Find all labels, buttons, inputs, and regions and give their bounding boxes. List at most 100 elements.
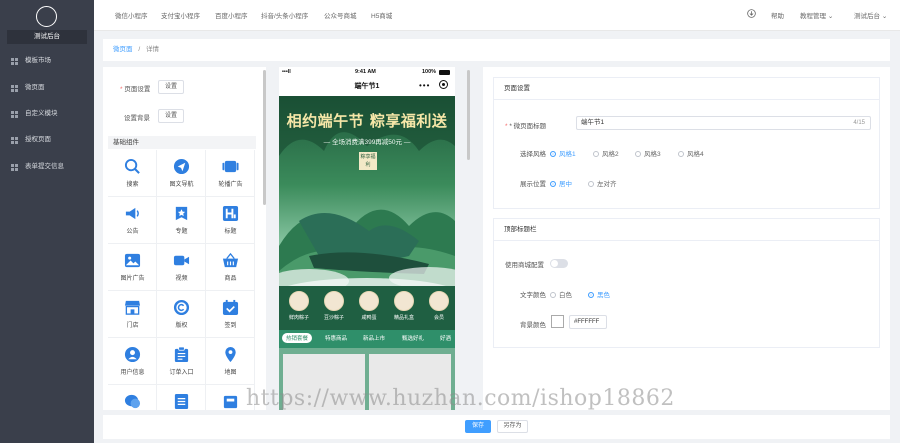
heading-icon [222, 205, 239, 222]
preview-scrollbar[interactable] [467, 70, 470, 160]
page-title-input[interactable]: 端午节1 4/15 [576, 116, 871, 130]
position-radio-center[interactable]: 居中 [550, 178, 572, 188]
grid-icon [11, 164, 18, 171]
watermark: https://www.huzhan.com/ishop18862 [246, 386, 675, 411]
component-item[interactable]: 订单入口 [157, 338, 206, 385]
food-icon [359, 291, 379, 311]
page-settings-button[interactable]: 设置 [158, 80, 184, 94]
topnav-course[interactable]: 教程管理 ⌄ [800, 10, 833, 20]
category-item[interactable]: 鲜肉粽子 [284, 291, 314, 321]
component-item[interactable]: 搜索 [108, 150, 157, 197]
capsule-close-icon[interactable] [439, 80, 448, 89]
component-label: 门店 [126, 323, 139, 329]
bg-color-swatch[interactable] [551, 315, 564, 328]
bg-color-input[interactable]: #FFFFFF [569, 315, 607, 329]
topnav-official-account[interactable]: 公众号商城 [324, 10, 357, 20]
component-item[interactable] [108, 385, 157, 410]
text-color-white-radio[interactable]: 白色 [550, 289, 572, 299]
more-dots-icon[interactable]: ••• [419, 81, 430, 90]
component-item[interactable]: 商品 [206, 244, 255, 291]
page-settings-label: * 页面设置 [120, 86, 151, 93]
component-item[interactable]: 地图 [206, 338, 255, 385]
sidebar-item-label: 自定义模块 [25, 110, 58, 117]
food-icon [394, 291, 414, 311]
goods-tab[interactable]: 甄选好礼 [402, 334, 424, 342]
food-icon [429, 291, 449, 311]
position-radio-left[interactable]: 左对齐 [588, 178, 617, 188]
topbar: 微信小程序 支付宝小程序 百度小程序 抖音/头条小程序 公众号商城 H5商城 帮… [94, 0, 900, 31]
save-as-button[interactable]: 另存为 [497, 420, 528, 433]
map-pin-icon [222, 346, 239, 363]
grid-icon [11, 137, 18, 144]
component-label: 公告 [126, 229, 139, 235]
component-item[interactable]: 门店 [108, 291, 157, 338]
component-item[interactable]: 版权 [157, 291, 206, 338]
breadcrumb-root[interactable]: 微页面 [113, 46, 133, 53]
use-mall-config-toggle[interactable] [550, 259, 568, 268]
category-item[interactable]: 精品礼盒 [389, 291, 419, 321]
topnav-h5[interactable]: H5商城 [371, 10, 392, 20]
style-radio-4[interactable]: 风格4 [678, 148, 704, 158]
bottom-action-bar: 保存 另存为 [103, 415, 890, 439]
carousel-icon [222, 158, 239, 175]
text-color-black-radio[interactable]: 黑色 [588, 289, 610, 299]
page-settings-title: 页面设置 [494, 78, 879, 100]
topnav-help[interactable]: 帮助 [771, 10, 784, 20]
component-label: 视频 [175, 276, 188, 282]
component-item[interactable]: 签到 [206, 291, 255, 338]
component-item[interactable]: 轮播广告 [206, 150, 255, 197]
style-radio-3[interactable]: 风格3 [635, 148, 661, 158]
text-color-label: 文字颜色 [520, 292, 546, 299]
component-item[interactable]: 图片广告 [108, 244, 157, 291]
component-label: 图片广告 [120, 276, 145, 282]
component-item[interactable] [157, 385, 206, 410]
component-label: 搜索 [126, 182, 139, 188]
food-icon [289, 291, 309, 311]
goods-tab[interactable]: 新品上市 [363, 334, 385, 342]
component-label: 订单入口 [169, 370, 194, 376]
bg-color-label: 背景颜色 [520, 322, 546, 329]
banner-tag: 粽享福利 [359, 152, 377, 170]
signal-icon: •••ll [282, 69, 291, 75]
copyright-icon [173, 299, 190, 316]
goods-tab[interactable]: 热销套餐 [282, 333, 313, 343]
category-item[interactable]: 豆沙粽子 [319, 291, 349, 321]
component-item[interactable]: 公告 [108, 197, 157, 244]
sidebar-item-form-submissions[interactable]: 表单提交信息 [0, 157, 94, 177]
sidebar-item-custom-module[interactable]: 自定义模块 [0, 104, 94, 124]
goods-tab[interactable]: 好酒 [440, 334, 451, 342]
food-icon [324, 291, 344, 311]
component-item[interactable]: 图文导航 [157, 150, 206, 197]
sidebar-item-template-market[interactable]: 模板市场 [0, 51, 94, 71]
component-scrollbar[interactable] [263, 70, 266, 205]
style-radio-1[interactable]: 风格1 [550, 148, 576, 158]
component-label: 用户信息 [120, 370, 145, 376]
topnav-wechat[interactable]: 微信小程序 [115, 10, 148, 20]
grid-icon [11, 58, 18, 65]
component-item[interactable]: 视频 [157, 244, 206, 291]
page-bg-label: 设置背景 [124, 115, 150, 122]
topnav-account[interactable]: 测试后台 ⌄ [854, 10, 887, 20]
sidebar-item-micro-page[interactable]: 微页面 [0, 78, 94, 98]
logo-icon [36, 6, 57, 27]
use-mall-config-label: 使用商城配置 [505, 262, 544, 269]
component-item[interactable]: 用户信息 [108, 338, 157, 385]
save-button[interactable]: 保存 [465, 420, 491, 433]
component-label: 轮播广告 [218, 182, 243, 188]
brand-label: 测试后台 [7, 30, 87, 44]
topnav-alipay[interactable]: 支付宝小程序 [161, 10, 200, 20]
topnav-baidu[interactable]: 百度小程序 [215, 10, 248, 20]
banner-subline: — 全场消费满399再减50元 — [323, 139, 411, 146]
category-item[interactable]: 咸鸭蛋 [354, 291, 384, 321]
sidebar-item-auth-page[interactable]: 授权页面 [0, 130, 94, 150]
category-item[interactable]: 会员 [424, 291, 454, 321]
topnav-douyin[interactable]: 抖音/头条小程序 [261, 10, 308, 20]
goods-tab[interactable]: 特惠商品 [325, 334, 347, 342]
component-item[interactable]: 专题 [157, 197, 206, 244]
style-radio-2[interactable]: 风格2 [593, 148, 619, 158]
phone-preview: •••ll 9:41 AM 100% 端午节1 ••• 相约端午节 粽享福利送 … [279, 67, 455, 410]
component-item[interactable]: 标题 [206, 197, 255, 244]
component-panel: * 页面设置 设置 设置背景 设置 基础组件 搜索 图文导航 轮播广告 公告 专题 标题图… [103, 67, 266, 410]
download-icon[interactable] [747, 9, 756, 20]
page-bg-button[interactable]: 设置 [158, 109, 184, 123]
